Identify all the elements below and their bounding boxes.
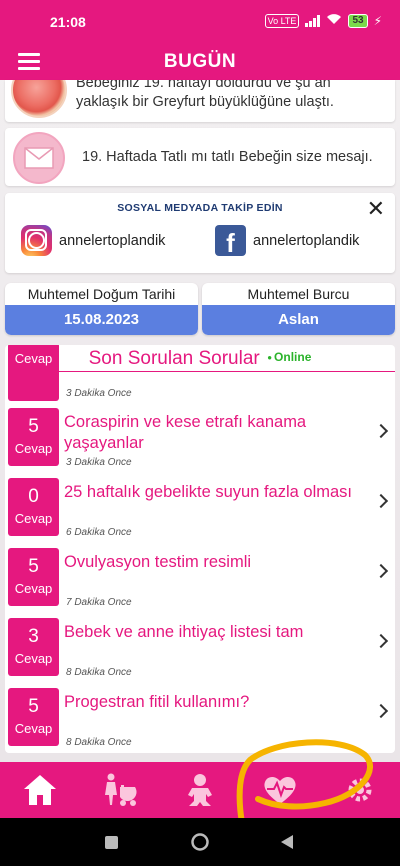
baby-message-text: 19. Haftada Tatlı mı tatlı Bebeğin size …: [82, 149, 373, 165]
question-item[interactable]: 5 Cevap Progestran fitil kullanımı? 8 Da…: [5, 688, 395, 751]
question-time: 6 Dakika Once: [66, 527, 132, 538]
status-icons: Vo LTE 53 ⚡: [264, 13, 382, 28]
heartbeat-icon[interactable]: [240, 762, 320, 818]
question-item[interactable]: 0 Cevap 25 haftalık gebelikte suyun fazl…: [5, 478, 395, 541]
answer-count-badge: 0 Cevap: [8, 478, 59, 536]
question-time: 8 Dakika Once: [66, 667, 132, 678]
due-date-value[interactable]: 15.08.2023: [5, 305, 198, 335]
recent-apps-icon[interactable]: [105, 836, 118, 854]
signal-icon: [305, 14, 321, 27]
zodiac-label: Muhtemel Burcu: [247, 286, 350, 302]
answer-count-badge: 5 Cevap: [8, 688, 59, 746]
questions-title: Son Sorulan Sorular: [88, 348, 260, 369]
question-item[interactable]: 3 Cevap Bebek ve anne ihtiyaç listesi ta…: [5, 618, 395, 681]
question-title: Bebek ve anne ihtiyaç listesi tam: [64, 623, 304, 641]
stroller-mother-icon[interactable]: [80, 762, 160, 818]
system-navigation-bar: [0, 818, 400, 866]
chevron-right-icon: [373, 633, 389, 649]
answer-count-badge: 5 Cevap: [8, 548, 59, 606]
question-time: 3 Dakika Once: [66, 457, 132, 468]
question-title: Coraspirin ve kese etrafı kanama yaşayan…: [64, 413, 307, 452]
settings-icon[interactable]: [320, 762, 400, 818]
close-icon[interactable]: ✕: [367, 198, 385, 220]
instagram-icon: [21, 225, 52, 256]
facebook-handle: annelertoplandik: [253, 232, 360, 249]
facebook-link[interactable]: f annelertoplandik: [215, 225, 359, 256]
answer-count-badge: Cevap: [8, 345, 59, 401]
zodiac-value[interactable]: Aslan: [202, 305, 395, 335]
grapefruit-icon: [11, 80, 67, 118]
instagram-handle: annelertoplandik: [59, 232, 166, 249]
question-time: 3 Dakika Once: [66, 388, 132, 399]
week-info-text: Bebeğiniz 19. haftayı doldurdu ve şu an …: [76, 80, 334, 110]
divider: [13, 371, 395, 372]
back-icon[interactable]: [281, 835, 294, 854]
status-bar: 21:08 Vo LTE 53 ⚡: [0, 0, 400, 44]
instagram-link[interactable]: annelertoplandik: [21, 225, 165, 256]
volte-icon: Vo LTE: [264, 13, 300, 28]
battery-icon: 53: [348, 13, 368, 28]
facebook-icon: f: [215, 225, 246, 256]
due-date-box: Muhtemel Doğum Tarihi 15.08.2023: [5, 283, 198, 335]
social-heading: SOSYAL MEDYADA TAKİP EDİN: [117, 202, 283, 214]
question-item[interactable]: 5 Cevap Coraspirin ve kese etrafı kanama…: [5, 408, 395, 471]
charging-icon: ⚡: [373, 13, 382, 28]
page-title: BUGÜN: [163, 51, 237, 72]
due-date-label: Muhtemel Doğum Tarihi: [27, 286, 176, 302]
answer-count-badge: 3 Cevap: [8, 618, 59, 676]
baby-icon[interactable]: [160, 762, 240, 818]
question-title: Ovulyasyon testim resimli: [64, 553, 252, 571]
question-item[interactable]: Cevap 3 Dakika Once: [5, 345, 395, 403]
home-icon[interactable]: [0, 762, 80, 818]
envelope-icon: [13, 132, 65, 184]
question-title: 25 haftalık gebelikte suyun fazla olması: [64, 483, 353, 501]
chevron-right-icon: [373, 493, 389, 509]
status-time: 21:08: [50, 14, 86, 30]
question-time: 7 Dakika Once: [66, 597, 132, 608]
chevron-right-icon: [373, 423, 389, 439]
question-title: Progestran fitil kullanımı?: [64, 693, 250, 711]
online-indicator: Online: [267, 350, 311, 364]
questions-header: Son Sorulan Sorular Online: [5, 345, 395, 373]
bottom-navigation: [0, 762, 400, 818]
recent-questions-panel: Son Sorulan Sorular Online Cevap 3 Dakik…: [5, 345, 395, 753]
question-time: 8 Dakika Once: [66, 737, 132, 748]
answer-count-badge: 5 Cevap: [8, 408, 59, 466]
question-item[interactable]: 5 Cevap Ovulyasyon testim resimli 7 Daki…: [5, 548, 395, 611]
zodiac-box: Muhtemel Burcu Aslan: [202, 283, 395, 335]
home-button-icon[interactable]: [191, 833, 209, 856]
baby-message-card[interactable]: 19. Haftada Tatlı mı tatlı Bebeğin size …: [5, 128, 395, 186]
chevron-right-icon: [373, 563, 389, 579]
social-media-card: SOSYAL MEDYADA TAKİP EDİN ✕ annelertopla…: [5, 193, 395, 273]
app-bar: BUGÜN: [0, 44, 400, 80]
week-info-card[interactable]: Bebeğiniz 19. haftayı doldurdu ve şu an …: [5, 80, 395, 122]
wifi-icon: [326, 13, 342, 28]
chevron-right-icon: [373, 703, 389, 719]
